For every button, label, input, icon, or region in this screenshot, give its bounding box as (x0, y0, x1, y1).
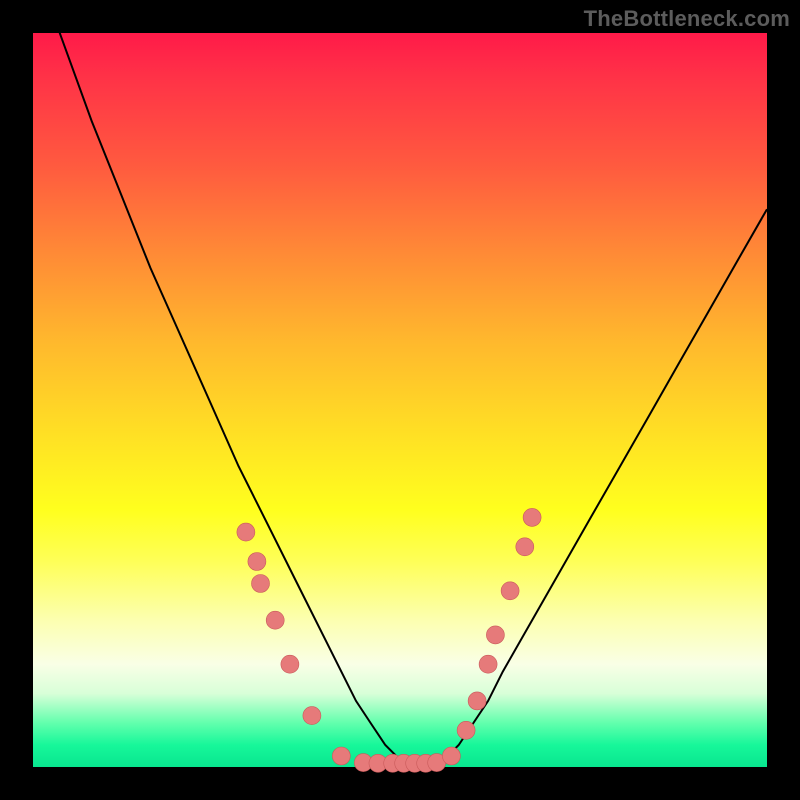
gradient-plot-area (33, 33, 767, 767)
data-markers (237, 508, 541, 772)
data-marker (248, 553, 266, 571)
data-marker (501, 582, 519, 600)
data-marker (266, 611, 284, 629)
data-marker (468, 692, 486, 710)
data-marker (486, 626, 504, 644)
data-marker (479, 655, 497, 673)
data-marker (252, 575, 270, 593)
data-marker (303, 707, 321, 725)
data-marker (237, 523, 255, 541)
watermark-text: TheBottleneck.com (584, 6, 790, 32)
chart-overlay (33, 33, 767, 767)
data-marker (523, 508, 541, 526)
data-marker (457, 721, 475, 739)
data-marker (442, 747, 460, 765)
data-marker (516, 538, 534, 556)
bottleneck-curve (33, 0, 767, 767)
data-marker (332, 747, 350, 765)
curve-path (33, 0, 767, 767)
data-marker (281, 655, 299, 673)
chart-frame: TheBottleneck.com (0, 0, 800, 800)
